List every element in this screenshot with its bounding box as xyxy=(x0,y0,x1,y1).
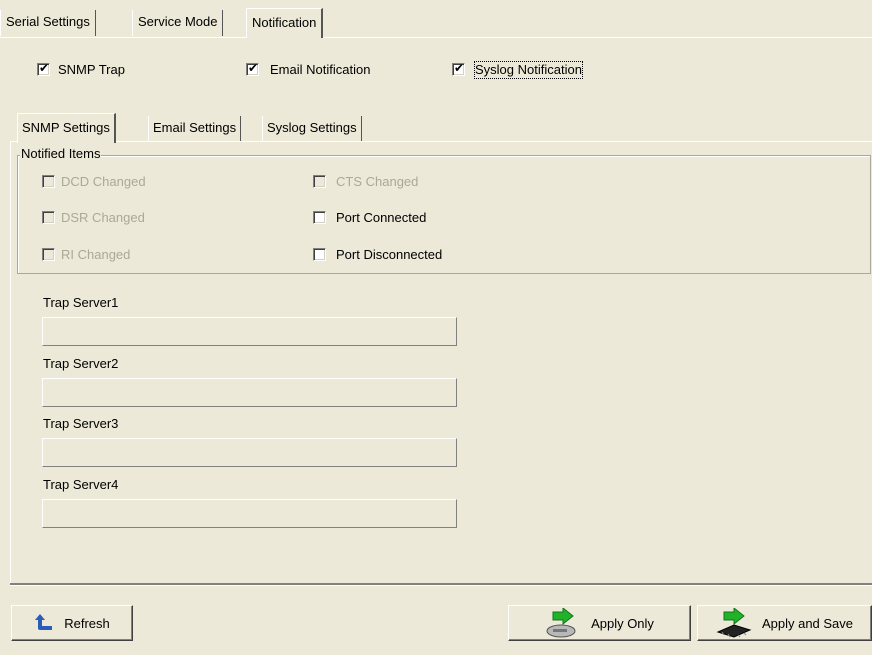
trap-server4-input[interactable] xyxy=(42,499,457,528)
tab-email-settings[interactable]: Email Settings xyxy=(148,116,242,142)
refresh-button[interactable]: Refresh xyxy=(11,605,133,641)
snmp-trap-label[interactable]: SNMP Trap xyxy=(58,62,125,78)
tab-snmp-settings[interactable]: SNMP Settings xyxy=(17,113,116,143)
dsr-changed-checkbox[interactable] xyxy=(42,211,55,224)
trap-server2-label: Trap Server2 xyxy=(43,356,119,371)
apply-and-save-label: Apply and Save xyxy=(761,615,854,631)
tab-service-mode[interactable]: Service Mode xyxy=(132,10,224,36)
refresh-icon xyxy=(35,614,53,630)
ri-changed-label: RI Changed xyxy=(61,247,131,262)
notified-items-group xyxy=(17,155,871,274)
snmp-trap-checkbox[interactable]: ✔ xyxy=(37,61,50,76)
refresh-label: Refresh xyxy=(64,615,110,631)
trap-server2-input[interactable] xyxy=(42,378,457,407)
syslog-notification-label[interactable]: Syslog Notification xyxy=(474,61,583,79)
checkmark-icon: ✔ xyxy=(39,61,50,75)
dcd-changed-checkbox[interactable] xyxy=(42,175,55,188)
notified-items-title: Notified Items xyxy=(20,146,102,162)
trap-server4-label: Trap Server4 xyxy=(43,477,119,492)
apply-only-label: Apply Only xyxy=(591,615,654,631)
tab-serial-settings[interactable]: Serial Settings xyxy=(0,10,96,36)
email-notification-checkbox[interactable]: ✔ xyxy=(246,61,259,76)
top-tabstrip: Serial Settings Service Mode Notificatio… xyxy=(0,8,872,38)
syslog-notification-checkbox[interactable]: ✔ xyxy=(452,61,465,76)
trap-server3-label: Trap Server3 xyxy=(43,416,119,431)
port-disconnected-label[interactable]: Port Disconnected xyxy=(336,247,442,263)
port-connected-checkbox[interactable] xyxy=(313,211,326,224)
dsr-changed-label: DSR Changed xyxy=(61,210,145,225)
apply-chip-icon xyxy=(716,608,752,638)
port-disconnected-checkbox[interactable] xyxy=(313,248,326,261)
dcd-changed-label: DCD Changed xyxy=(61,174,146,189)
checkmark-icon: ✔ xyxy=(454,61,465,75)
bottom-separator-highlight xyxy=(10,585,872,586)
trap-server3-input[interactable] xyxy=(42,438,457,467)
apply-disk-icon xyxy=(546,608,576,638)
tab-notification[interactable]: Notification xyxy=(246,8,324,38)
trap-server1-input[interactable] xyxy=(42,317,457,346)
apply-only-button[interactable]: Apply Only xyxy=(508,605,691,641)
cts-changed-label: CTS Changed xyxy=(336,174,419,189)
trap-server1-label: Trap Server1 xyxy=(43,295,119,310)
ri-changed-checkbox[interactable] xyxy=(42,248,55,261)
tab-syslog-settings[interactable]: Syslog Settings xyxy=(262,116,362,142)
apply-and-save-button[interactable]: Apply and Save xyxy=(697,605,872,641)
email-notification-label[interactable]: Email Notification xyxy=(270,62,370,78)
tabstrip-divider xyxy=(0,37,872,38)
cts-changed-checkbox[interactable] xyxy=(313,175,326,188)
port-connected-label[interactable]: Port Connected xyxy=(336,210,426,226)
checkmark-icon: ✔ xyxy=(248,61,259,75)
